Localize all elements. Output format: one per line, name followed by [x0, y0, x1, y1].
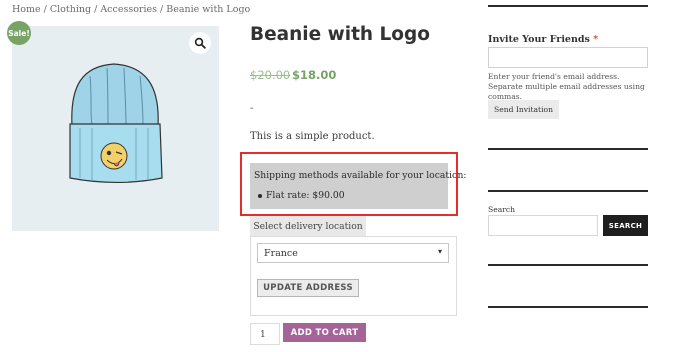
country-select-value: France	[264, 248, 298, 259]
quantity-input[interactable]: 1	[250, 323, 280, 345]
invite-friends-label: Invite Your Friends	[488, 34, 590, 45]
sidebar-divider	[488, 190, 648, 192]
product-image[interactable]	[12, 26, 219, 231]
sidebar-divider	[488, 148, 648, 150]
invite-help-text: Enter your friend's email address. Separ…	[488, 72, 645, 101]
sale-badge: Sale!	[7, 21, 31, 45]
sale-price: $18.00	[292, 68, 337, 82]
magnifier-icon[interactable]	[189, 32, 211, 54]
meta-dash: -	[250, 103, 254, 114]
highlight-box	[240, 152, 458, 216]
chevron-down-icon: ▾	[438, 247, 443, 256]
short-description: This is a simple product.	[250, 131, 375, 142]
search-button[interactable]: SEARCH	[603, 215, 648, 236]
required-mark: *	[593, 34, 599, 45]
friend-email-input[interactable]	[488, 47, 648, 68]
regular-price: $20.00	[250, 68, 291, 82]
invite-friends-title: Invite Your Friends *	[488, 34, 598, 45]
add-to-cart-button[interactable]: ADD TO CART	[283, 323, 366, 342]
beanie-illustration	[69, 63, 163, 184]
breadcrumb[interactable]: Home / Clothing / Accessories / Beanie w…	[12, 4, 250, 15]
send-invitation-button[interactable]: Send Invitation	[488, 100, 559, 119]
sidebar-divider	[488, 306, 648, 308]
search-input[interactable]	[488, 215, 598, 236]
update-address-button[interactable]: UPDATE ADDRESS	[257, 279, 359, 297]
sidebar-divider	[488, 5, 648, 7]
tab-select-delivery-location[interactable]: Select delivery location	[250, 216, 366, 237]
product-title: Beanie with Logo	[250, 24, 430, 45]
search-label: Search	[488, 205, 515, 214]
sidebar-divider	[488, 264, 648, 266]
